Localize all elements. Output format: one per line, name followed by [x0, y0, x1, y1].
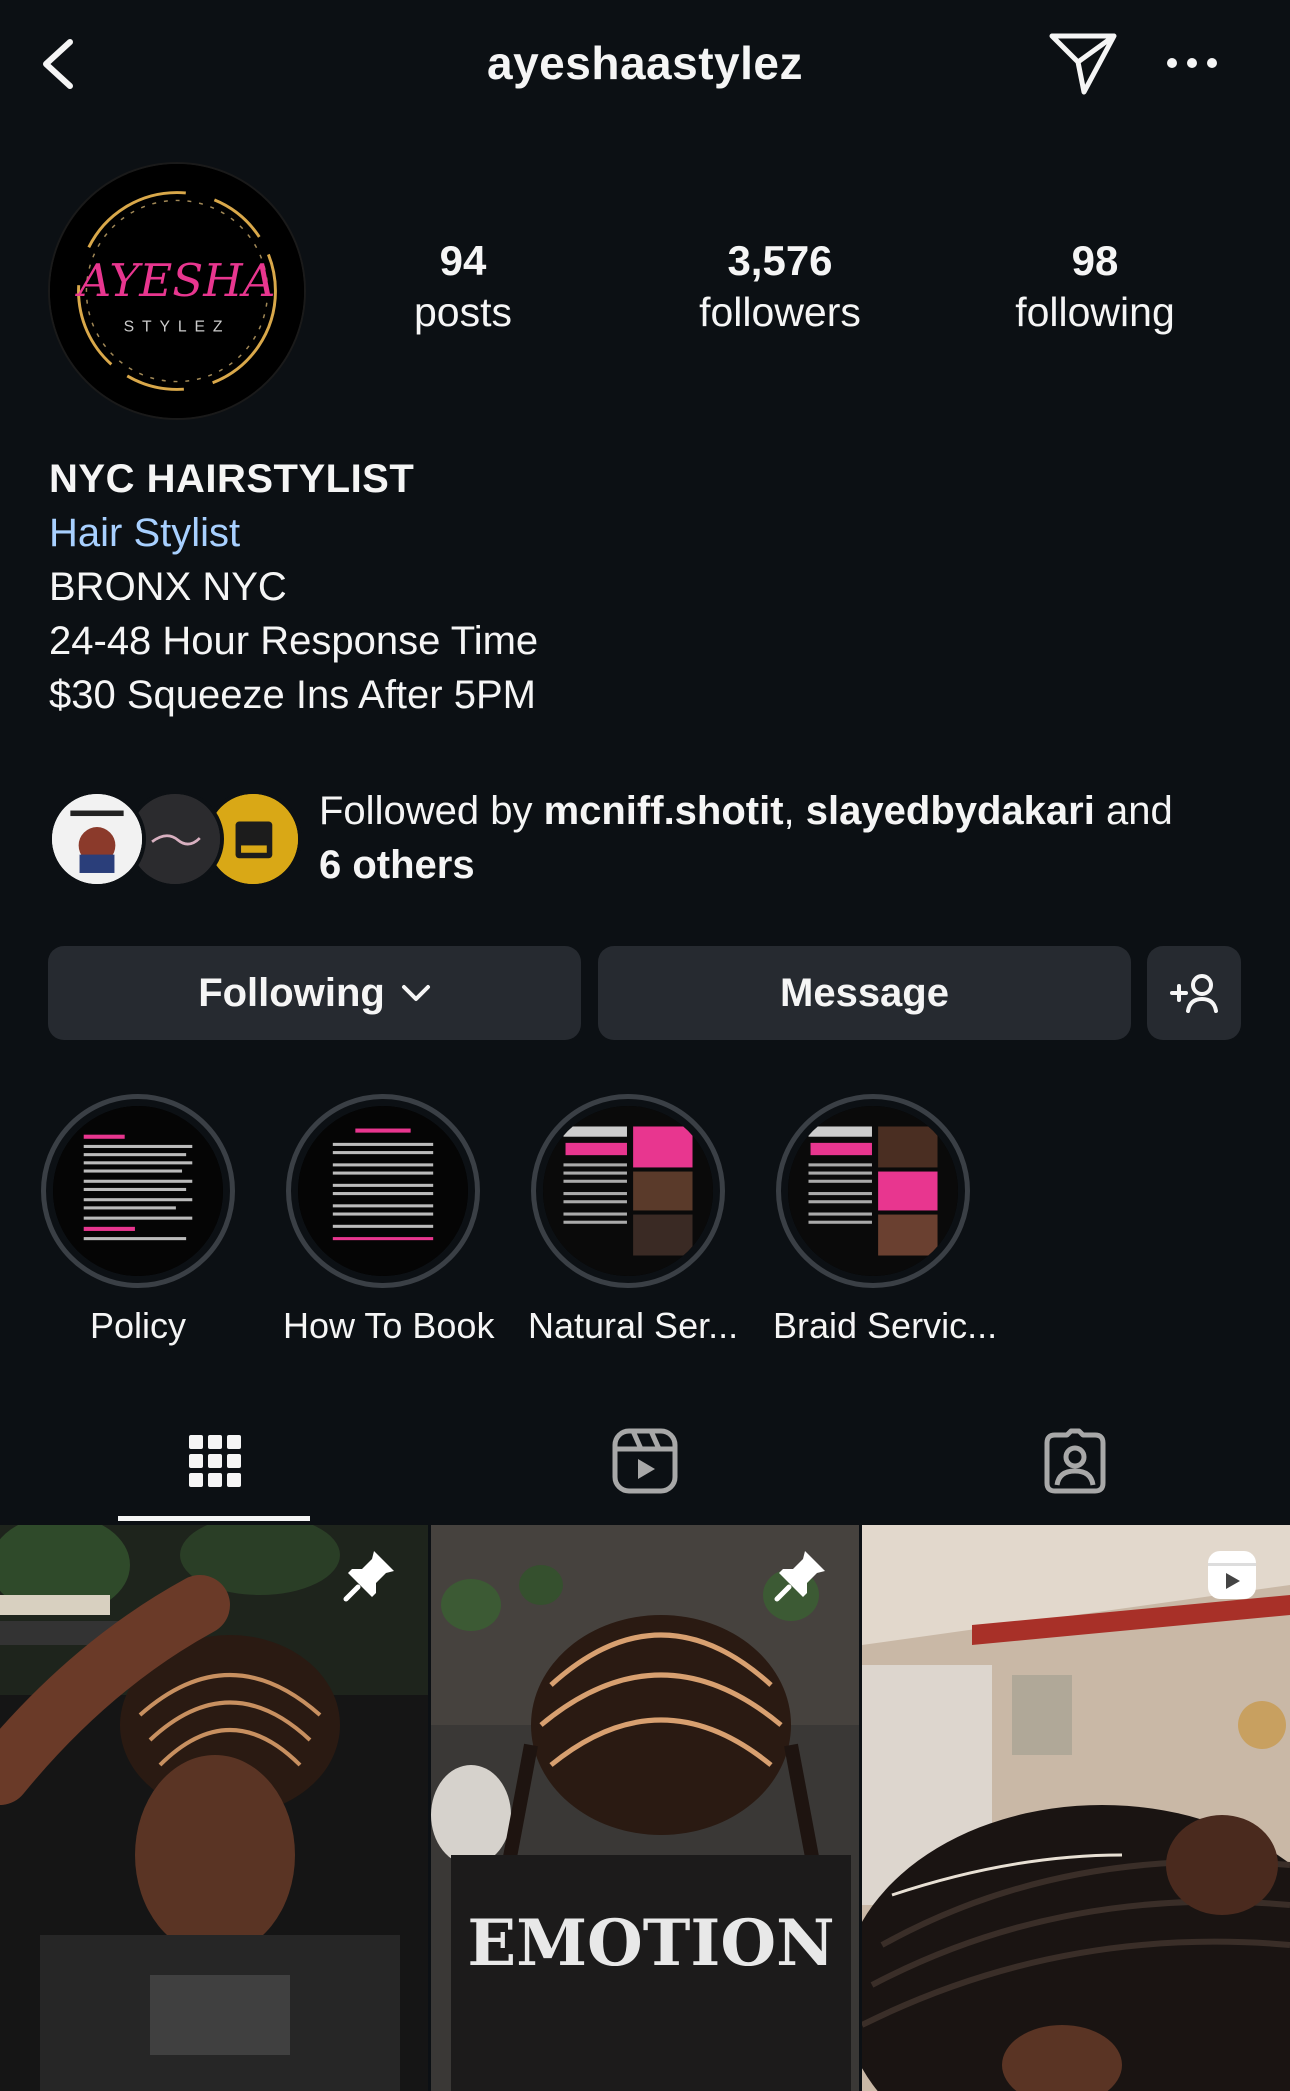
mutual-follower-name[interactable]: slayedbydakari — [806, 789, 1095, 833]
paper-plane-icon — [1049, 33, 1117, 95]
followers-label: followers — [699, 289, 861, 335]
followed-by-separator: , — [783, 789, 806, 833]
share-button[interactable] — [1048, 30, 1118, 96]
reels-icon — [612, 1428, 678, 1494]
following-number: 98 — [1071, 237, 1119, 284]
post-thumbnail[interactable]: EMOTION — [431, 1525, 859, 2091]
story-highlight-how-to-book[interactable]: How To Book — [283, 1094, 495, 1348]
message-button[interactable]: Message — [598, 946, 1131, 1040]
message-button-label: Message — [780, 970, 949, 1015]
chevron-down-icon — [401, 985, 430, 1001]
posts-grid: EMOTION — [0, 1525, 1290, 2091]
shirt-print-text: EMOTION — [467, 1906, 834, 1981]
logo-subtext: STYLEZ — [124, 318, 231, 335]
highlight-ring — [776, 1094, 970, 1288]
bio-line: BRONX NYC — [49, 565, 287, 609]
grid-icon — [189, 1435, 241, 1487]
profile-bio: NYC HAIRSTYLIST Hair Stylist BRONX NYC 2… — [49, 452, 1249, 722]
more-dots-icon — [1167, 58, 1217, 68]
suggested-users-button[interactable] — [1147, 946, 1241, 1040]
highlight-cover — [788, 1106, 958, 1276]
highlight-cover — [298, 1106, 468, 1276]
followed-by-prefix: Followed by — [319, 789, 544, 833]
following-label: following — [1015, 289, 1175, 335]
bio-line: 24-48 Hour Response Time — [49, 619, 539, 663]
add-person-icon — [1170, 974, 1218, 1013]
pinned-badge — [342, 1547, 398, 1603]
tab-reels[interactable] — [430, 1400, 860, 1522]
more-options-button[interactable] — [1164, 40, 1220, 86]
bio-line: $30 Squeeze Ins After 5PM — [49, 673, 536, 717]
following-count[interactable]: 98 following — [1000, 236, 1190, 338]
highlight-ring — [531, 1094, 725, 1288]
followers-count[interactable]: 3,576 followers — [680, 236, 880, 338]
highlight-label: How To Book — [283, 1305, 495, 1346]
followers-number: 3,576 — [727, 237, 833, 284]
tab-posts-grid[interactable] — [0, 1400, 430, 1522]
highlight-cover — [543, 1106, 713, 1276]
pin-icon — [774, 1551, 825, 1602]
mutual-followers-avatars[interactable] — [48, 790, 302, 890]
post-image — [0, 1525, 428, 2091]
reel-badge — [1204, 1547, 1260, 1603]
profile-tabs — [0, 1400, 1290, 1522]
story-highlight-policy[interactable]: Policy — [38, 1094, 238, 1348]
highlight-label: Natural Ser... — [528, 1305, 739, 1346]
active-tab-indicator — [118, 1516, 310, 1521]
post-image: EMOTION — [431, 1525, 859, 2091]
following-button-label: Following — [198, 970, 385, 1015]
tab-tagged[interactable] — [860, 1400, 1290, 1522]
followed-by-and: and — [1094, 789, 1173, 833]
story-highlight-braid-services[interactable]: Braid Servic... — [773, 1094, 998, 1348]
posts-number: 94 — [439, 237, 487, 284]
posts-label: posts — [414, 289, 512, 335]
highlight-cover — [53, 1106, 223, 1276]
followed-by-text[interactable]: Followed by mcniff.shotit, slayedbydakar… — [319, 784, 1259, 892]
post-thumbnail[interactable] — [0, 1525, 428, 2091]
posts-count[interactable]: 94 posts — [390, 236, 536, 338]
mutual-follower-name[interactable]: mcniff.shotit — [544, 789, 784, 833]
bio-name: NYC HAIRSTYLIST — [49, 457, 415, 501]
bio-category[interactable]: Hair Stylist — [49, 506, 1249, 560]
highlight-ring — [41, 1094, 235, 1288]
mutual-avatar — [48, 790, 146, 888]
post-thumbnail[interactable] — [862, 1525, 1290, 2091]
highlight-label: Policy — [89, 1305, 187, 1346]
following-button[interactable]: Following — [48, 946, 581, 1040]
post-image — [862, 1525, 1290, 2091]
profile-header: ayeshaastylez — [0, 0, 1290, 125]
story-highlight-natural-services[interactable]: Natural Ser... — [528, 1094, 739, 1348]
pinned-badge — [773, 1547, 829, 1603]
reel-icon — [1208, 1551, 1256, 1599]
highlight-ring — [286, 1094, 480, 1288]
pin-icon — [343, 1551, 394, 1602]
brand-logo-image: AYESHA STYLEZ — [50, 164, 304, 418]
highlight-label: Braid Servic... — [773, 1305, 998, 1346]
profile-avatar[interactable]: AYESHA STYLEZ — [48, 162, 306, 420]
tagged-person-icon — [1044, 1428, 1106, 1494]
logo-text: AYESHA — [75, 254, 276, 307]
followed-by-others[interactable]: 6 others — [319, 843, 475, 887]
